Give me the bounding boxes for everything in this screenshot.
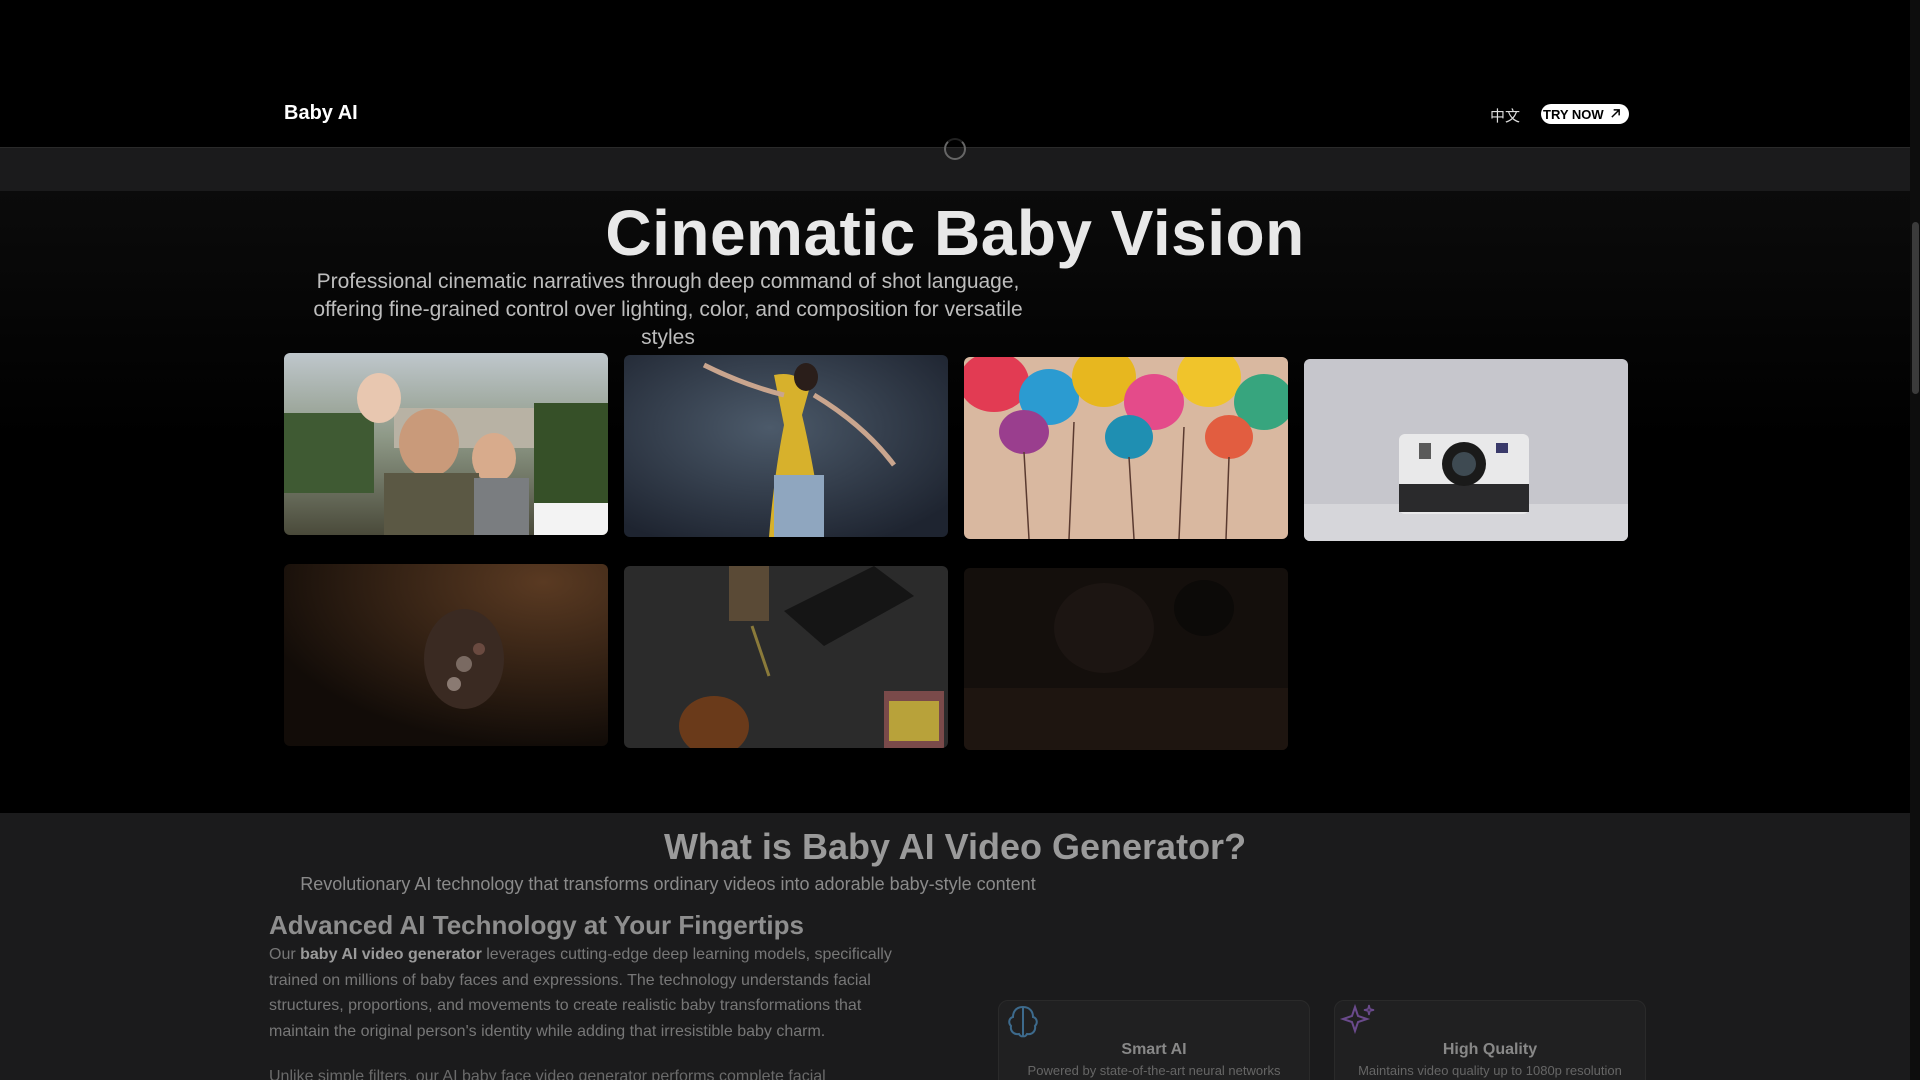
feature-desc: Powered by state-of-the-art neural netwo… <box>1027 1063 1281 1078</box>
hero-title: Cinematic Baby Vision <box>605 197 1305 269</box>
about-subtitle: Revolutionary AI technology that transfo… <box>300 874 1036 894</box>
loading-spinner-icon <box>944 138 966 160</box>
about-title: What is Baby AI Video Generator? <box>663 826 1247 867</box>
scrollbar-thumb[interactable] <box>1912 222 1919 394</box>
para-prefix: Our <box>269 946 301 963</box>
feature-title: High Quality <box>1442 1041 1538 1058</box>
tech-paragraph-2: Unlike simple filters, our AI baby face … <box>269 1068 826 1080</box>
top-nav: Baby AI 中文 TRY NOW <box>0 0 1910 148</box>
feature-card-smart-ai: Smart AI Powered by state-of-the-art neu… <box>998 1000 1310 1080</box>
try-now-button[interactable]: TRY NOW <box>1541 104 1629 124</box>
gallery-item-dancer[interactable] <box>624 355 948 537</box>
gallery-item-dark[interactable] <box>964 568 1288 750</box>
arrow-up-right-icon <box>1610 107 1621 122</box>
try-now-label: TRY NOW <box>1543 106 1604 122</box>
gallery-item-desk[interactable] <box>624 566 948 748</box>
gallery-item-flowers[interactable] <box>284 564 608 746</box>
sparkles-icon <box>1339 1001 1379 1041</box>
feature-desc: Maintains video quality up to 1080p reso… <box>1358 1063 1622 1078</box>
hero-subtitle: Professional cinematic narratives throug… <box>313 270 1023 349</box>
page: Baby AI 中文 TRY NOW Cinematic Baby Vision… <box>0 0 1920 1080</box>
gallery-item-family[interactable] <box>284 353 608 535</box>
tech-heading: Advanced AI Technology at Your Fingertip… <box>269 910 804 940</box>
language-switch[interactable]: 中文 <box>1490 105 1520 126</box>
gallery-item-balloons[interactable] <box>964 357 1288 539</box>
brain-icon <box>1003 1001 1043 1041</box>
feature-title: Smart AI <box>1121 1041 1187 1058</box>
logo[interactable]: Baby AI <box>284 102 358 125</box>
feature-card-high-quality: High Quality Maintains video quality up … <box>1334 1000 1646 1080</box>
gallery-item-camera[interactable] <box>1304 359 1628 541</box>
tech-paragraph: Our baby AI video generator leverages cu… <box>269 942 909 1044</box>
para-bold-keyword: baby AI video generator <box>300 946 482 963</box>
scrollbar-track[interactable] <box>1910 0 1920 1080</box>
